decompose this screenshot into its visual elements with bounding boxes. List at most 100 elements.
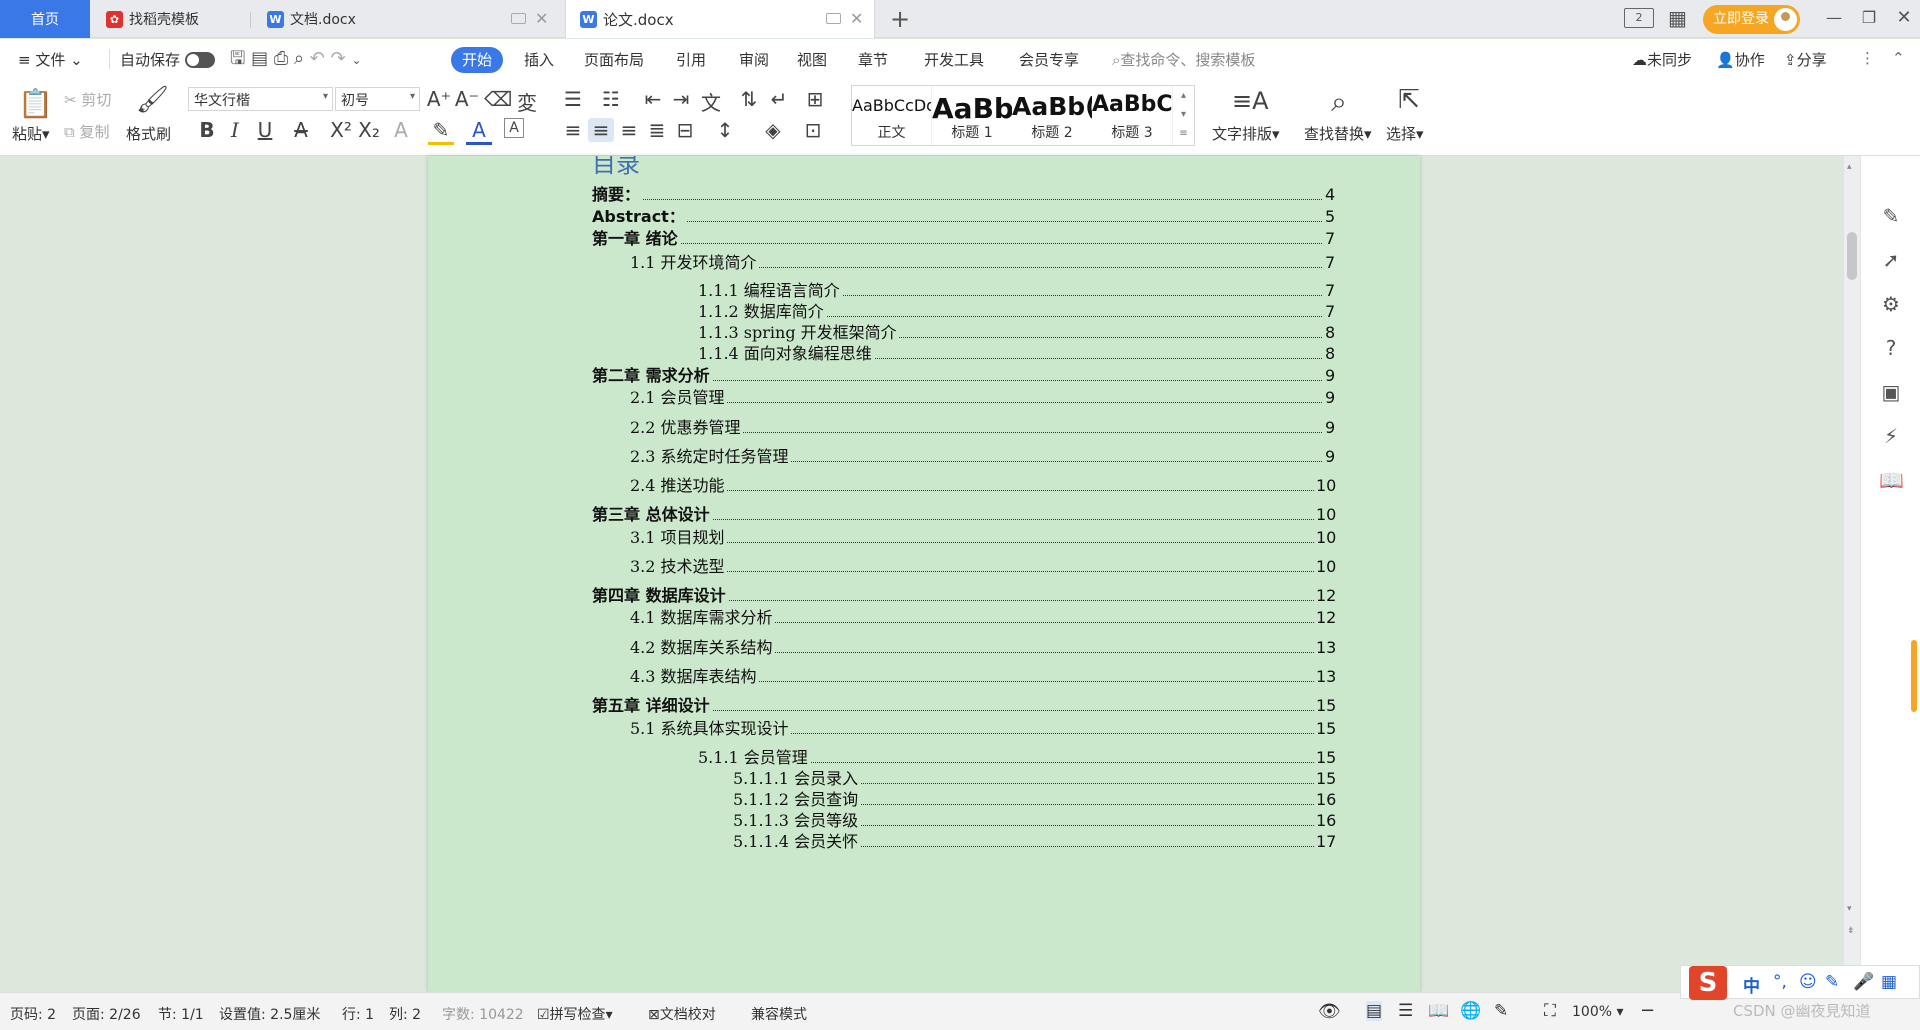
- tab-template[interactable]: ✿ 找稻壳模板: [90, 0, 250, 38]
- share-button[interactable]: ⇪分享: [1784, 49, 1827, 70]
- style-heading-1[interactable]: AaBb 标题 1: [932, 86, 1012, 145]
- status-word-count[interactable]: 字数: 10422: [442, 1004, 524, 1024]
- doc-proof-button[interactable]: ⊠文档校对: [648, 1004, 716, 1024]
- select-button[interactable]: 选择▾: [1386, 123, 1424, 144]
- redo-icon[interactable]: ↷: [331, 48, 346, 69]
- file-menu[interactable]: ≡ 文件 ⌄: [18, 49, 83, 70]
- float-window-icon[interactable]: [511, 13, 526, 24]
- font-color-icon[interactable]: A: [466, 118, 492, 145]
- page-view-icon[interactable]: ▤: [1366, 1001, 1383, 1021]
- emoji-icon[interactable]: ☺: [1799, 972, 1817, 992]
- toc-entry[interactable]: 5.1 系统具体实现设计 15: [428, 718, 1337, 740]
- distribute-icon[interactable]: ⊟: [672, 118, 698, 142]
- status-setting[interactable]: 设置值: 2.5厘米: [219, 1004, 320, 1024]
- status-row[interactable]: 行: 1: [342, 1004, 374, 1024]
- tab-member[interactable]: 会员专享: [1019, 49, 1079, 70]
- toc-entry[interactable]: 1.1.4 面向对象编程思维 8: [428, 343, 1336, 365]
- toc-entry[interactable]: 摘要： 4: [428, 184, 1336, 206]
- scroll-up-icon[interactable]: ▴: [1847, 162, 1852, 172]
- tab-view[interactable]: 视图: [797, 49, 827, 70]
- print-icon[interactable]: ⎙: [274, 48, 288, 69]
- help-icon[interactable]: ?: [1879, 336, 1903, 360]
- decrease-indent-icon[interactable]: ⇤: [640, 87, 666, 111]
- web-view-icon[interactable]: 🌐: [1460, 1001, 1481, 1021]
- grow-font-icon[interactable]: A⁺: [426, 87, 452, 111]
- style-heading-3[interactable]: AaBbC(标题 3: [1092, 86, 1172, 145]
- toc-entry[interactable]: 第五章 详细设计 15: [428, 695, 1337, 717]
- format-painter-button[interactable]: 格式刷: [126, 123, 171, 144]
- toc-entry[interactable]: 1.1.2 数据库简介 7: [428, 301, 1336, 323]
- underline-icon[interactable]: U: [252, 118, 278, 142]
- export-pdf-icon[interactable]: ▤: [251, 48, 268, 69]
- paste-icon[interactable]: 📋: [18, 87, 53, 120]
- tab-thesis-active[interactable]: W 论文.docx ✕: [565, 0, 875, 38]
- collab-button[interactable]: 👤协作: [1716, 49, 1765, 70]
- minimize-icon[interactable]: —: [1814, 0, 1854, 38]
- sync-status[interactable]: ☁未同步: [1632, 49, 1692, 70]
- undo-icon[interactable]: ↶: [310, 48, 325, 69]
- status-pages[interactable]: 页面: 2/26: [72, 1004, 141, 1024]
- increase-indent-icon[interactable]: ⇥: [668, 87, 694, 111]
- char-border-icon[interactable]: A: [504, 118, 524, 138]
- status-page-number[interactable]: 页码: 2: [10, 1004, 56, 1024]
- scroll-down-icon[interactable]: ▾: [1847, 904, 1852, 914]
- align-center-icon[interactable]: ≡: [588, 118, 614, 142]
- pen-icon[interactable]: ✎: [1825, 972, 1839, 992]
- login-button[interactable]: 立即登录: [1703, 5, 1800, 34]
- float-window-icon[interactable]: [826, 13, 841, 24]
- close-tab-icon[interactable]: ✕: [850, 9, 863, 28]
- tab-chapter[interactable]: 章节: [858, 49, 888, 70]
- book-reader-icon[interactable]: 📖: [1879, 468, 1904, 492]
- toc-entry[interactable]: 第二章 需求分析 9: [428, 365, 1336, 387]
- bold-icon[interactable]: B: [194, 118, 220, 142]
- tab-devtools[interactable]: 开发工具: [924, 49, 984, 70]
- bullet-list-icon[interactable]: ☰: [560, 87, 586, 111]
- strikethrough-icon[interactable]: A: [288, 118, 314, 142]
- restore-icon[interactable]: ❐: [1849, 0, 1889, 38]
- borders-icon[interactable]: ⊡: [800, 118, 826, 142]
- toggle-switch[interactable]: [185, 52, 216, 68]
- style-heading-2[interactable]: AaBb(标题 2: [1012, 86, 1092, 145]
- more-dropdown-icon[interactable]: ⌄: [351, 53, 361, 67]
- toc-entry[interactable]: 第三章 总体设计 10: [428, 504, 1337, 526]
- toc-entry[interactable]: 3.2 技术选型 10: [428, 556, 1337, 578]
- subscript-icon[interactable]: X₂: [356, 118, 382, 142]
- ai-assistant-icon[interactable]: ⚡: [1879, 424, 1903, 448]
- shading-icon[interactable]: ◈: [760, 118, 786, 142]
- page-nav-icon[interactable]: ⇟: [1847, 926, 1855, 936]
- toc-entry[interactable]: 2.2 优惠券管理 9: [428, 417, 1336, 439]
- toc-entry[interactable]: 第四章 数据库设计 12: [428, 585, 1337, 607]
- superscript-icon[interactable]: X²: [328, 118, 354, 142]
- image-search-icon[interactable]: ▣: [1879, 380, 1903, 404]
- line-spacing-icon[interactable]: ↕: [712, 118, 738, 142]
- toc-entry[interactable]: 1.1 开发环境简介 7: [428, 252, 1336, 274]
- tab-layout[interactable]: 页面布局: [584, 49, 644, 70]
- tab-document[interactable]: W 文档.docx ✕: [251, 0, 564, 38]
- tab-insert[interactable]: 插入: [524, 49, 554, 70]
- document-page[interactable]: 目录 摘要： 4 Abstract： 5 第一章 绪论 7 1.1 开发环境简介 7 1.1.1…: [428, 156, 1420, 992]
- copy-button[interactable]: ⧉ 复制: [64, 121, 110, 142]
- clear-format-icon[interactable]: ⌫: [484, 87, 512, 111]
- scrollbar-thumb[interactable]: [1847, 232, 1857, 280]
- write-mode-icon[interactable]: ✎: [1494, 1001, 1508, 1021]
- read-view-icon[interactable]: 📖: [1428, 1001, 1449, 1021]
- command-search[interactable]: ⌕查找命令、搜索模板: [1112, 49, 1255, 70]
- font-size-select[interactable]: 初号: [335, 87, 420, 111]
- vertical-scrollbar[interactable]: ▴ ▾ ⇟: [1844, 156, 1860, 992]
- apps-grid-icon[interactable]: ▦: [1668, 6, 1687, 30]
- collapse-ribbon-icon[interactable]: ⌃: [1892, 49, 1905, 67]
- cursor-icon[interactable]: ➚: [1879, 248, 1903, 272]
- find-replace-button[interactable]: 查找替换▾: [1304, 123, 1372, 144]
- layout-switch-icon[interactable]: 2: [1624, 8, 1654, 28]
- toc-entry[interactable]: 2.1 会员管理 9: [428, 387, 1336, 409]
- cut-button[interactable]: ✂ 剪切: [64, 89, 111, 110]
- phonetic-guide-icon[interactable]: 変: [514, 87, 540, 116]
- more-options-icon[interactable]: ⋮: [1860, 49, 1875, 67]
- status-section[interactable]: 节: 1/1: [158, 1004, 204, 1024]
- outline-view-icon[interactable]: ☰: [1398, 1001, 1413, 1021]
- close-window-icon[interactable]: ✕: [1884, 0, 1920, 38]
- zoom-out-icon[interactable]: −: [1640, 1000, 1655, 1021]
- font-family-select[interactable]: 华文行楷: [188, 87, 333, 111]
- close-tab-icon[interactable]: ✕: [535, 9, 548, 28]
- text-layout-button[interactable]: 文字排版▾: [1212, 123, 1280, 144]
